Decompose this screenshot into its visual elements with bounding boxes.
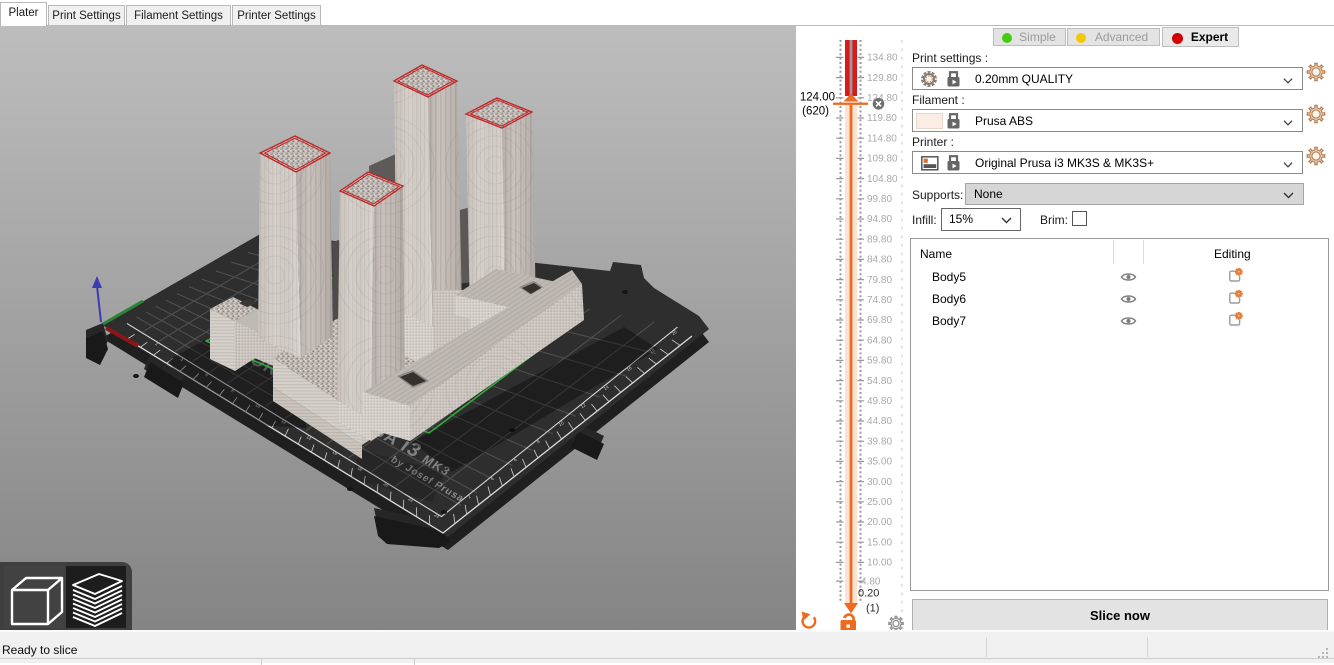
svg-text:20.00: 20.00 (867, 517, 892, 528)
svg-text:89.80: 89.80 (867, 234, 892, 245)
svg-text:35.00: 35.00 (867, 457, 892, 468)
svg-text:(1): (1) (866, 603, 879, 615)
svg-text:69.80: 69.80 (867, 315, 892, 326)
svg-text:44.80: 44.80 (867, 416, 892, 427)
svg-text:134.80: 134.80 (867, 53, 898, 64)
svg-text:119.80: 119.80 (867, 113, 897, 124)
svg-text:54.80: 54.80 (867, 376, 892, 387)
svg-text:4.80: 4.80 (861, 577, 881, 588)
svg-text:25.00: 25.00 (867, 497, 892, 508)
svg-text:79.80: 79.80 (867, 275, 892, 286)
svg-text:114.80: 114.80 (867, 133, 897, 144)
svg-text:39.80: 39.80 (867, 436, 892, 447)
svg-text:(620): (620) (802, 106, 829, 118)
svg-text:64.80: 64.80 (867, 335, 892, 346)
svg-text:30.00: 30.00 (867, 477, 892, 488)
svg-text:10.00: 10.00 (867, 558, 892, 569)
svg-text:94.80: 94.80 (867, 214, 892, 225)
svg-text:49.80: 49.80 (867, 396, 892, 407)
svg-text:15.00: 15.00 (867, 537, 892, 548)
svg-text:0.20: 0.20 (858, 587, 879, 599)
svg-text:124.00: 124.00 (800, 92, 835, 104)
svg-text:59.80: 59.80 (867, 356, 892, 367)
svg-text:109.80: 109.80 (867, 154, 898, 165)
svg-text:129.80: 129.80 (867, 73, 898, 84)
svg-text:84.80: 84.80 (867, 255, 892, 266)
svg-text:99.80: 99.80 (867, 194, 892, 205)
svg-text:74.80: 74.80 (867, 295, 892, 306)
svg-text:104.80: 104.80 (867, 174, 898, 185)
